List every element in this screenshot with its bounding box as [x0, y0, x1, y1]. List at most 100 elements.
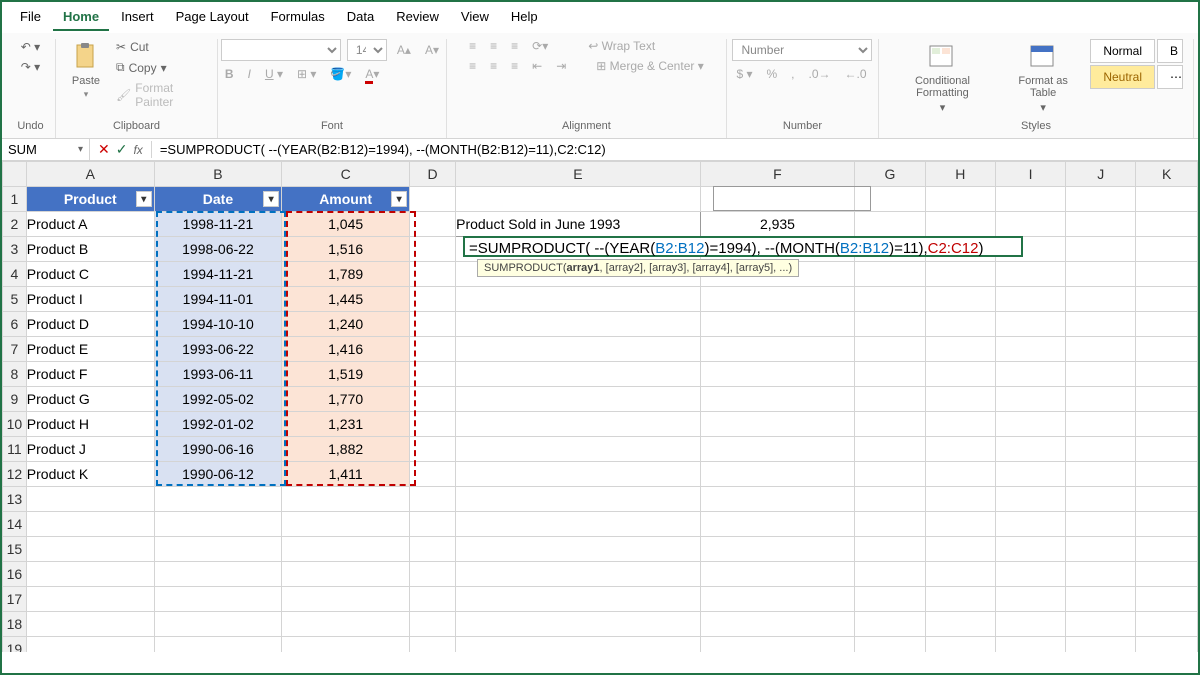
number-format-select[interactable]: Number	[732, 39, 872, 61]
column-header-k[interactable]: K	[1136, 162, 1198, 187]
undo-button[interactable]: ↶ ▾	[19, 39, 42, 55]
menu-review[interactable]: Review	[386, 4, 449, 31]
cell-K4[interactable]	[1136, 262, 1198, 287]
cell-D16[interactable]	[410, 562, 456, 587]
cell-J2[interactable]	[1066, 212, 1136, 237]
merge-center-button[interactable]: ⊞ Merge & Center ▾	[592, 59, 707, 73]
cell-E13[interactable]	[456, 487, 701, 512]
menu-file[interactable]: File	[10, 4, 51, 31]
italic-button[interactable]: I	[244, 67, 255, 81]
font-size-select[interactable]: 14	[347, 39, 387, 61]
cell-E6[interactable]	[456, 312, 701, 337]
cell-K2[interactable]	[1136, 212, 1198, 237]
cell-C3[interactable]: 1,516	[282, 237, 410, 262]
cell-G15[interactable]	[855, 537, 925, 562]
cell-F8[interactable]	[700, 362, 855, 387]
cell-D9[interactable]	[410, 387, 456, 412]
cell-J3[interactable]	[1066, 237, 1136, 262]
cell-G9[interactable]	[855, 387, 925, 412]
style-neutral[interactable]: Neutral	[1090, 65, 1155, 89]
cell-I16[interactable]	[995, 562, 1065, 587]
cell-A18[interactable]	[26, 612, 154, 637]
cell-D19[interactable]	[410, 637, 456, 653]
cell-F15[interactable]	[700, 537, 855, 562]
cell-I1[interactable]	[995, 187, 1065, 212]
cell-D5[interactable]	[410, 287, 456, 312]
style-b[interactable]: B	[1157, 39, 1183, 63]
cell-A15[interactable]	[26, 537, 154, 562]
cell-I14[interactable]	[995, 512, 1065, 537]
cell-H7[interactable]	[925, 337, 995, 362]
cell-B18[interactable]	[154, 612, 281, 637]
align-center-button[interactable]: ≡	[486, 59, 501, 73]
cell-D13[interactable]	[410, 487, 456, 512]
style-normal[interactable]: Normal	[1090, 39, 1155, 63]
row-header-4[interactable]: 4	[3, 262, 27, 287]
cell-A3[interactable]: Product B	[26, 237, 154, 262]
cell-D17[interactable]	[410, 587, 456, 612]
cell-I5[interactable]	[995, 287, 1065, 312]
cell-G7[interactable]	[855, 337, 925, 362]
cell-J12[interactable]	[1066, 462, 1136, 487]
cell-G13[interactable]	[855, 487, 925, 512]
row-header-15[interactable]: 15	[3, 537, 27, 562]
cell-J15[interactable]	[1066, 537, 1136, 562]
row-header-8[interactable]: 8	[3, 362, 27, 387]
cell-K3[interactable]	[1136, 237, 1198, 262]
cell-A14[interactable]	[26, 512, 154, 537]
cell-C11[interactable]: 1,882	[282, 437, 410, 462]
cell-K9[interactable]	[1136, 387, 1198, 412]
row-header-11[interactable]: 11	[3, 437, 27, 462]
column-header-i[interactable]: I	[995, 162, 1065, 187]
cell-J4[interactable]	[1066, 262, 1136, 287]
cell-styles-gallery[interactable]: Normal B Neutral ⋯	[1090, 39, 1183, 89]
cell-I11[interactable]	[995, 437, 1065, 462]
cell-C17[interactable]	[282, 587, 410, 612]
cell-F7[interactable]	[700, 337, 855, 362]
menu-page-layout[interactable]: Page Layout	[166, 4, 259, 31]
cell-G10[interactable]	[855, 412, 925, 437]
filter-button[interactable]: ▾	[263, 191, 279, 207]
cell-I4[interactable]	[995, 262, 1065, 287]
cell-K8[interactable]	[1136, 362, 1198, 387]
cell-B8[interactable]: 1993-06-11	[154, 362, 281, 387]
insert-function-button[interactable]: fx	[133, 143, 142, 157]
cell-F19[interactable]	[700, 637, 855, 653]
increase-decimal-button[interactable]: .0→	[805, 67, 835, 81]
cell-A5[interactable]: Product I	[26, 287, 154, 312]
cell-I9[interactable]	[995, 387, 1065, 412]
enter-button[interactable]: ✓	[116, 141, 128, 158]
cell-I10[interactable]	[995, 412, 1065, 437]
cell-J19[interactable]	[1066, 637, 1136, 653]
row-header-13[interactable]: 13	[3, 487, 27, 512]
cell-H15[interactable]	[925, 537, 995, 562]
cell-D15[interactable]	[410, 537, 456, 562]
cell-G5[interactable]	[855, 287, 925, 312]
font-color-button[interactable]: A▾	[361, 67, 383, 81]
row-header-19[interactable]: 19	[3, 637, 27, 653]
cell-K17[interactable]	[1136, 587, 1198, 612]
cell-H11[interactable]	[925, 437, 995, 462]
column-header-f[interactable]: F	[700, 162, 855, 187]
name-box[interactable]: SUM▾	[2, 139, 90, 160]
cell-C6[interactable]: 1,240	[282, 312, 410, 337]
cell-H6[interactable]	[925, 312, 995, 337]
row-header-3[interactable]: 3	[3, 237, 27, 262]
cell-A6[interactable]: Product D	[26, 312, 154, 337]
cell-A17[interactable]	[26, 587, 154, 612]
cell-K1[interactable]	[1136, 187, 1198, 212]
menu-home[interactable]: Home	[53, 4, 109, 31]
cell-K14[interactable]	[1136, 512, 1198, 537]
cell-B1[interactable]: Date▾	[154, 187, 281, 212]
align-middle-button[interactable]: ≡	[486, 39, 501, 53]
column-header-c[interactable]: C	[282, 162, 410, 187]
cell-I15[interactable]	[995, 537, 1065, 562]
align-bottom-button[interactable]: ≡	[507, 39, 522, 53]
cell-D4[interactable]	[410, 262, 456, 287]
cell-A16[interactable]	[26, 562, 154, 587]
cell-C9[interactable]: 1,770	[282, 387, 410, 412]
cell-A11[interactable]: Product J	[26, 437, 154, 462]
cell-J7[interactable]	[1066, 337, 1136, 362]
cell-G18[interactable]	[855, 612, 925, 637]
cell-C10[interactable]: 1,231	[282, 412, 410, 437]
